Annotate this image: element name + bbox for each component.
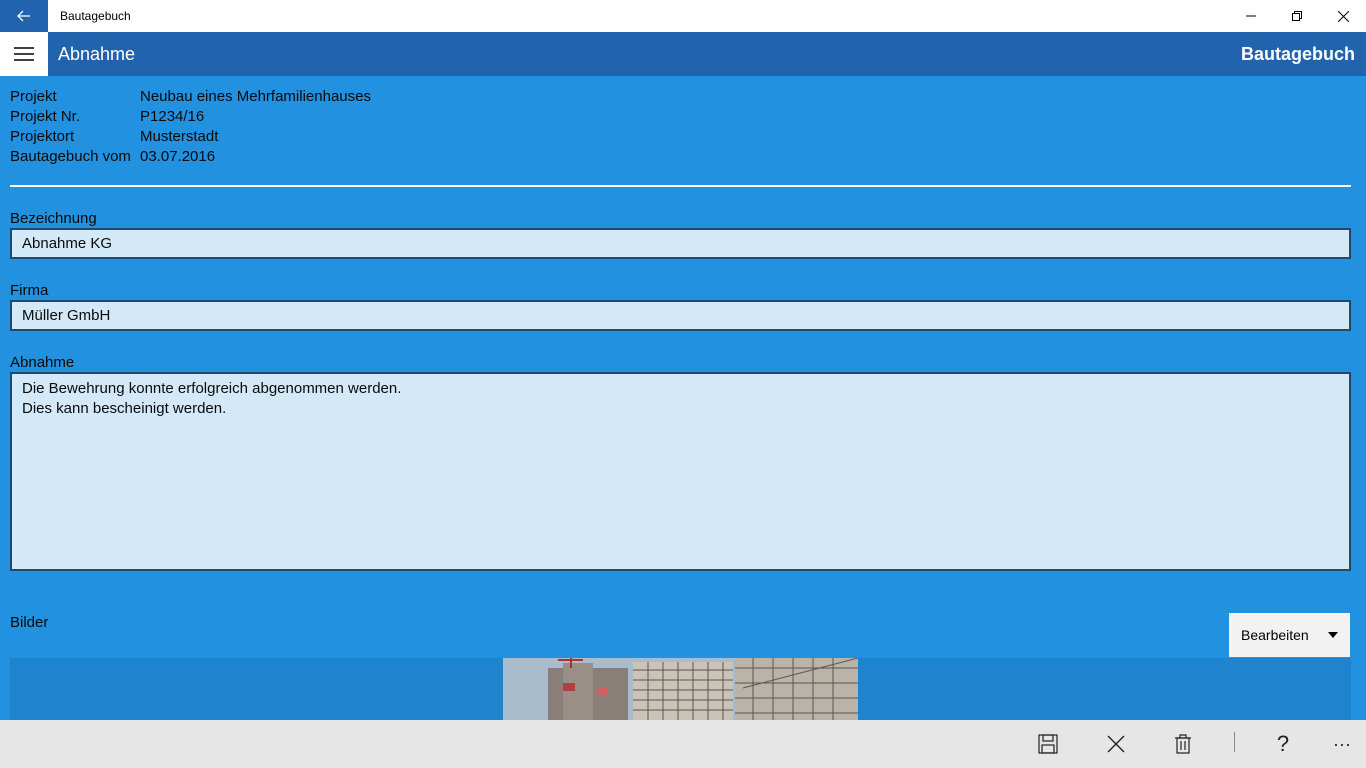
save-icon bbox=[1038, 734, 1058, 754]
abnahme-textarea[interactable]: Die Bewehrung konnte erfolgreich abgenom… bbox=[10, 372, 1351, 571]
info-label: Projekt bbox=[10, 88, 57, 105]
cancel-button[interactable] bbox=[1092, 720, 1140, 768]
minimize-icon bbox=[1246, 15, 1256, 17]
restore-icon bbox=[1292, 11, 1302, 21]
info-label: Projektort bbox=[10, 128, 75, 145]
info-label: Projekt Nr. bbox=[10, 108, 81, 125]
firma-input[interactable]: Müller GmbH bbox=[10, 300, 1351, 331]
main-content: Projekt Neubau eines Mehrfamilienhauses … bbox=[0, 76, 1366, 720]
info-value: P1234/16 bbox=[140, 108, 205, 125]
divider bbox=[10, 185, 1351, 187]
more-button[interactable]: ··· bbox=[1318, 720, 1366, 768]
window-titlebar: Bautagebuch bbox=[0, 0, 1366, 32]
abnahme-line: Dies kann bescheinigt werden. bbox=[22, 400, 227, 417]
window-title: Bautagebuch bbox=[60, 9, 131, 23]
info-value: 03.07.2016 bbox=[140, 148, 216, 165]
command-separator bbox=[1234, 732, 1235, 752]
app-name: Bautagebuch bbox=[1240, 44, 1355, 64]
info-label: Bautagebuch vom bbox=[10, 148, 131, 165]
command-bar: ? ··· bbox=[0, 720, 1366, 768]
hamburger-icon bbox=[14, 47, 34, 61]
firma-value: Müller GmbH bbox=[22, 307, 111, 324]
photo-illustration bbox=[503, 658, 858, 720]
bilder-label: Bilder bbox=[10, 614, 49, 631]
help-button[interactable]: ? bbox=[1259, 720, 1307, 768]
close-window-button[interactable] bbox=[1320, 0, 1366, 32]
info-value: Musterstadt bbox=[140, 128, 219, 145]
firma-label: Firma bbox=[10, 282, 49, 299]
trash-icon bbox=[1175, 734, 1191, 754]
delete-button[interactable] bbox=[1159, 720, 1207, 768]
app-header: Abnahme Bautagebuch bbox=[0, 32, 1366, 76]
caret-down-icon bbox=[1328, 632, 1338, 638]
hamburger-menu-button[interactable] bbox=[0, 32, 48, 76]
abnahme-label: Abnahme bbox=[10, 354, 75, 371]
info-value: Neubau eines Mehrfamilienhauses bbox=[140, 88, 371, 105]
construction-site-photo[interactable] bbox=[503, 658, 858, 720]
arrow-left-icon bbox=[17, 10, 30, 22]
restore-button[interactable] bbox=[1274, 0, 1320, 32]
bezeichnung-input[interactable]: Abnahme KG bbox=[10, 228, 1351, 259]
close-icon bbox=[1107, 735, 1125, 753]
minimize-button[interactable] bbox=[1228, 0, 1274, 32]
save-button[interactable] bbox=[1024, 720, 1072, 768]
help-icon: ? bbox=[1276, 731, 1290, 756]
back-button[interactable] bbox=[0, 0, 48, 32]
bezeichnung-label: Bezeichnung bbox=[10, 210, 97, 227]
abnahme-line: Die Bewehrung konnte erfolgreich abgenom… bbox=[22, 380, 402, 397]
bearbeiten-dropdown[interactable]: Bearbeiten bbox=[1229, 613, 1350, 657]
bearbeiten-label: Bearbeiten bbox=[1241, 627, 1309, 643]
more-icon: ··· bbox=[1333, 733, 1351, 754]
close-icon bbox=[1337, 10, 1349, 22]
image-gallery bbox=[10, 658, 1351, 720]
page-title: Abnahme bbox=[58, 44, 136, 64]
bezeichnung-value: Abnahme KG bbox=[22, 235, 113, 252]
